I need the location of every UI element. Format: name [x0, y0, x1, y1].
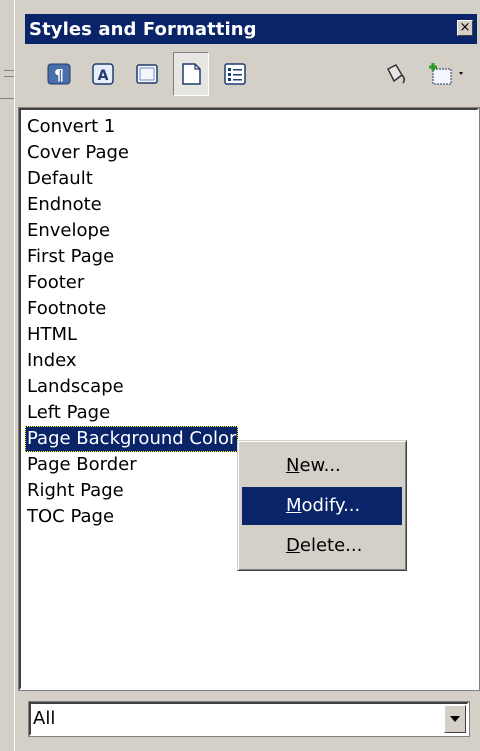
paragraph-styles-button[interactable]: ¶ [41, 52, 77, 96]
list-item[interactable]: Index [25, 348, 79, 374]
menu-item-new[interactable]: New... [242, 447, 402, 485]
menu-item-new-label: ew... [299, 455, 341, 476]
page-styles-icon [182, 63, 201, 85]
character-styles-button[interactable]: A [85, 52, 121, 96]
frame-styles-icon [136, 64, 158, 84]
list-item[interactable]: Endnote [25, 192, 104, 218]
list-item-selected[interactable]: Page Background Color [25, 426, 239, 452]
fill-format-mode-icon [386, 64, 406, 84]
styles-formatting-window: Styles and Formatting × ¶ A Convert 1 Co… [14, 0, 480, 751]
menu-item-delete-mnemonic: D [286, 535, 300, 556]
list-item[interactable]: Footer [25, 270, 86, 296]
styles-list[interactable]: Convert 1 Cover Page Default Endnote Env… [18, 107, 480, 691]
page-styles-button[interactable] [173, 52, 209, 96]
filter-select[interactable]: All [28, 701, 470, 737]
list-item[interactable]: Footnote [25, 296, 108, 322]
menu-item-delete-label: elete... [299, 535, 363, 556]
new-style-from-selection-button[interactable] [421, 52, 473, 96]
list-item[interactable]: Envelope [25, 218, 112, 244]
menu-item-new-mnemonic: N [286, 455, 300, 476]
chevron-down-icon [450, 716, 460, 722]
list-item[interactable]: TOC Page [25, 504, 116, 530]
list-item[interactable]: Left Page [25, 400, 112, 426]
menu-item-modify[interactable]: Modify... [242, 487, 402, 525]
background-strip [0, 0, 15, 751]
list-item[interactable]: Landscape [25, 374, 126, 400]
close-button[interactable]: × [457, 20, 473, 36]
menu-item-delete[interactable]: Delete... [242, 527, 402, 565]
svg-text:¶: ¶ [54, 66, 64, 84]
fill-format-mode-button[interactable] [377, 52, 413, 96]
menu-item-modify-label: odify... [301, 495, 361, 516]
new-style-from-selection-icon [429, 63, 463, 85]
frame-styles-button[interactable] [129, 52, 165, 96]
list-item[interactable]: First Page [25, 244, 116, 270]
paragraph-styles-icon: ¶ [47, 63, 71, 85]
list-item[interactable]: Default [25, 166, 95, 192]
style-toolbar: ¶ A [25, 48, 477, 104]
list-item[interactable]: Page Border [25, 452, 139, 478]
list-styles-button[interactable] [217, 52, 253, 96]
list-styles-icon [224, 63, 246, 85]
list-item[interactable]: Right Page [25, 478, 126, 504]
character-styles-icon: A [92, 63, 114, 85]
window-title: Styles and Formatting [29, 19, 257, 40]
context-menu: New... Modify... Delete... [237, 440, 407, 571]
list-item[interactable]: Convert 1 [25, 114, 117, 140]
menu-item-modify-mnemonic: M [286, 495, 302, 516]
list-item[interactable]: HTML [25, 322, 79, 348]
svg-text:A: A [98, 68, 109, 84]
dropdown-button[interactable] [444, 705, 466, 733]
filter-value: All [33, 708, 56, 729]
list-item[interactable]: Cover Page [25, 140, 131, 166]
title-bar[interactable]: Styles and Formatting × [25, 14, 477, 44]
